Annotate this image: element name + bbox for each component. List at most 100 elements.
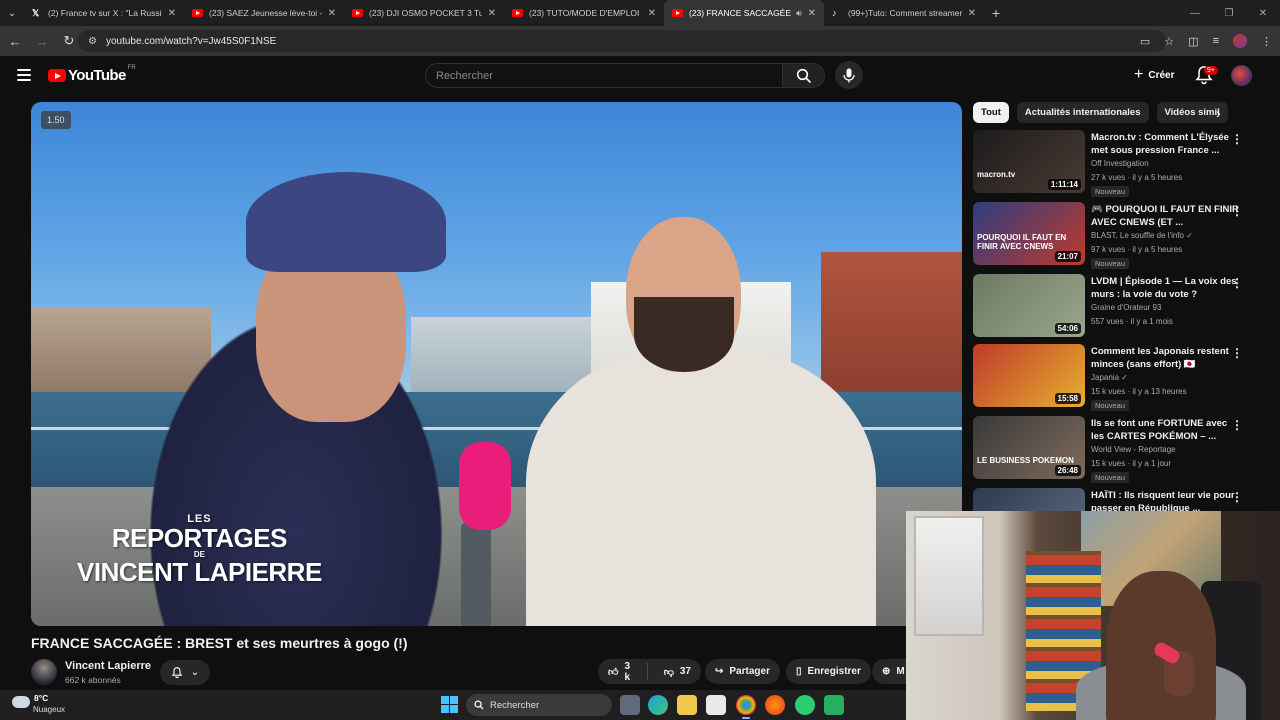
site-info-icon[interactable]: ⚙ xyxy=(88,36,97,47)
chip-all[interactable]: Tout xyxy=(973,102,1009,123)
forward-icon[interactable]: → xyxy=(30,29,54,53)
create-button[interactable]: + Créer xyxy=(1126,62,1182,88)
browser-tab[interactable]: ♪ (99+)Tuto: Comment streamer ✕ xyxy=(824,0,984,26)
extensions-icon[interactable]: ◫ xyxy=(1188,35,1198,48)
video-title-link[interactable]: LVDM | Épisode 1 — La voix des murs : la… xyxy=(1091,275,1241,301)
search-button[interactable] xyxy=(783,63,825,88)
tab-audio-icon[interactable]: 🔊︎ xyxy=(796,8,802,19)
browser-tab-bar: ⌄ 𝕏 (2) France tv sur X : "La Russie, l ✕(… xyxy=(0,0,1280,26)
chevron-right-icon[interactable]: › xyxy=(1216,105,1221,121)
cast-icon[interactable]: ▭ xyxy=(1140,35,1150,48)
video-duration: 54:06 xyxy=(1054,323,1081,334)
windows-start-icon[interactable] xyxy=(441,696,458,713)
video-thumbnail[interactable]: macron.tv 1:11:14 xyxy=(973,130,1085,193)
youtube-logo-text: YouTube xyxy=(68,67,126,84)
video-thumbnail[interactable]: LE BUSINESS POKEMON 26:48 xyxy=(973,416,1085,479)
browser-tab[interactable]: (23) DJI OSMO POCKET 3 Tuto ✕ xyxy=(344,0,504,26)
browser-tab[interactable]: (23) FRANCE SACCAGÉE : BI 🔊︎ ✕ xyxy=(664,0,824,26)
video-duration: 21:07 xyxy=(1054,251,1081,262)
cloud-icon[interactable] xyxy=(12,696,30,708)
subscription-bell-button[interactable]: ⌄ xyxy=(160,660,210,685)
browser-tab[interactable]: 𝕏 (2) France tv sur X : "La Russie, l ✕ xyxy=(24,0,184,26)
account-avatar[interactable] xyxy=(1231,65,1252,86)
voice-search-button[interactable] xyxy=(835,61,863,89)
recommended-video[interactable]: macron.tv 1:11:14 Macron.tv : Comment L'Él… xyxy=(973,130,1263,197)
dislike-button[interactable]: 👎︎ 37 xyxy=(654,659,701,684)
divider xyxy=(646,663,648,680)
tab-close-icon[interactable]: ✕ xyxy=(488,8,496,19)
youtube-icon xyxy=(672,9,683,17)
browser-profile-avatar[interactable] xyxy=(1233,34,1247,48)
tab-close-icon[interactable]: ✕ xyxy=(968,8,976,19)
close-window-icon[interactable]: ✕ xyxy=(1246,8,1280,19)
tab-close-icon[interactable]: ✕ xyxy=(328,8,336,19)
weather-description[interactable]: Nuageux xyxy=(33,705,65,714)
taskbar-search[interactable]: Rechercher xyxy=(466,694,612,716)
channel-name[interactable]: BLAST, Le souffle de l'info ✓ xyxy=(1091,231,1193,240)
video-thumbnail[interactable]: 54:06 xyxy=(973,274,1085,337)
thumbs-up-icon: 👍︎ xyxy=(608,666,619,678)
channel-name[interactable]: Japania ✓ xyxy=(1091,373,1128,382)
video-thumbnail[interactable]: 15:58 xyxy=(973,344,1085,407)
file-explorer-icon[interactable] xyxy=(677,695,697,715)
app-icon[interactable] xyxy=(795,695,815,715)
screen: ⌄ 𝕏 (2) France tv sur X : "La Russie, l ✕(… xyxy=(0,0,1280,720)
minimize-icon[interactable]: — xyxy=(1178,8,1212,19)
save-button[interactable]: ▯ Enregistrer xyxy=(786,659,871,684)
app-icon[interactable] xyxy=(824,695,844,715)
recommended-video[interactable]: 54:06 LVDM | Épisode 1 — La voix des murs… xyxy=(973,274,1263,340)
media-control-icon[interactable]: ≡ xyxy=(1213,35,1219,47)
chrome-browser-icon[interactable] xyxy=(736,695,756,719)
edge-browser-icon[interactable] xyxy=(648,695,668,715)
channel-name[interactable]: World View - Reportage xyxy=(1091,445,1176,454)
menu-icon[interactable] xyxy=(17,69,31,81)
new-tab-icon[interactable]: + xyxy=(984,0,1008,26)
browser-menu-icon[interactable]: ⋮ xyxy=(1261,35,1272,48)
tab-search-icon[interactable]: ⌄ xyxy=(0,0,24,26)
address-bar[interactable]: ⚙ youtube.com/watch?v=Jw45S0F1NSE xyxy=(78,30,1166,52)
recommended-video[interactable]: 15:58 Comment les Japonais restent minces… xyxy=(973,344,1263,411)
taskbar-search-placeholder: Rechercher xyxy=(490,699,540,711)
channel-avatar[interactable] xyxy=(31,659,57,685)
tab-title: (2) France tv sur X : "La Russie, l xyxy=(48,8,162,18)
more-actions-button[interactable]: ⊕ M xyxy=(872,659,906,684)
channel-name[interactable]: Vincent Lapierre xyxy=(65,660,151,672)
weather-temperature[interactable]: 8°C xyxy=(34,693,48,703)
tab-close-icon[interactable]: ✕ xyxy=(808,8,816,19)
microsoft-store-icon[interactable] xyxy=(706,695,726,715)
tab-close-icon[interactable]: ✕ xyxy=(648,8,656,19)
like-button[interactable]: 👍︎ 3 k xyxy=(598,659,641,684)
more-options-icon[interactable]: ⋮ xyxy=(1231,346,1243,360)
video-title-link[interactable]: Comment les Japonais restent minces (san… xyxy=(1091,345,1241,371)
bookmark-star-icon[interactable]: ☆ xyxy=(1164,35,1174,48)
task-view-icon[interactable] xyxy=(620,695,640,715)
video-player[interactable]: 1.50 LES REPORTAGES DE VINCENT LAPIERRE xyxy=(31,102,962,626)
new-badge: Nouveau xyxy=(1091,258,1130,269)
chip-international-news[interactable]: Actualités internationales xyxy=(1016,102,1149,123)
recommended-video[interactable]: LE BUSINESS POKEMON 26:48 Ils se font une … xyxy=(973,416,1263,483)
video-thumbnail[interactable]: POURQUOI IL FAUT EN FINIR AVEC CNEWS 21:0… xyxy=(973,202,1085,265)
channel-name[interactable]: Graine d'Orateur 93 xyxy=(1091,303,1161,312)
tab-close-icon[interactable]: ✕ xyxy=(168,8,176,19)
video-title-link[interactable]: Macron.tv : Comment L'Élysée met sous pr… xyxy=(1091,131,1241,157)
share-label: Partager xyxy=(729,666,770,677)
back-icon[interactable]: ← xyxy=(3,29,27,53)
youtube-logo[interactable]: YouTube FR xyxy=(48,65,136,84)
maximize-icon[interactable]: ❐ xyxy=(1212,8,1246,19)
share-button[interactable]: ↪ Partager xyxy=(705,659,780,684)
save-label: Enregistrer xyxy=(807,666,861,677)
more-options-icon[interactable]: ⋮ xyxy=(1231,204,1243,218)
video-title-link[interactable]: 🎮 POURQUOI IL FAUT EN FINIR AVEC CNEWS (… xyxy=(1091,203,1241,229)
channel-name[interactable]: Off Investigation xyxy=(1091,159,1149,168)
more-options-icon[interactable]: ⋮ xyxy=(1231,276,1243,290)
more-options-icon[interactable]: ⋮ xyxy=(1231,132,1243,146)
recommended-video[interactable]: POURQUOI IL FAUT EN FINIR AVEC CNEWS 21:0… xyxy=(973,202,1263,269)
firefox-browser-icon[interactable] xyxy=(765,695,785,715)
search-input[interactable]: Rechercher xyxy=(425,63,783,88)
video-title-link[interactable]: Ils se font une FORTUNE avec les CARTES … xyxy=(1091,417,1241,443)
browser-tab[interactable]: (23) TUTO/MODE D'EMPLOI DJ ✕ xyxy=(504,0,664,26)
more-options-icon[interactable]: ⋮ xyxy=(1231,418,1243,432)
bell-icon xyxy=(171,667,183,679)
more-options-icon[interactable]: ⋮ xyxy=(1231,490,1243,504)
browser-tab[interactable]: (23) SAEZ Jeunesse lève-toi - Yo ✕ xyxy=(184,0,344,26)
